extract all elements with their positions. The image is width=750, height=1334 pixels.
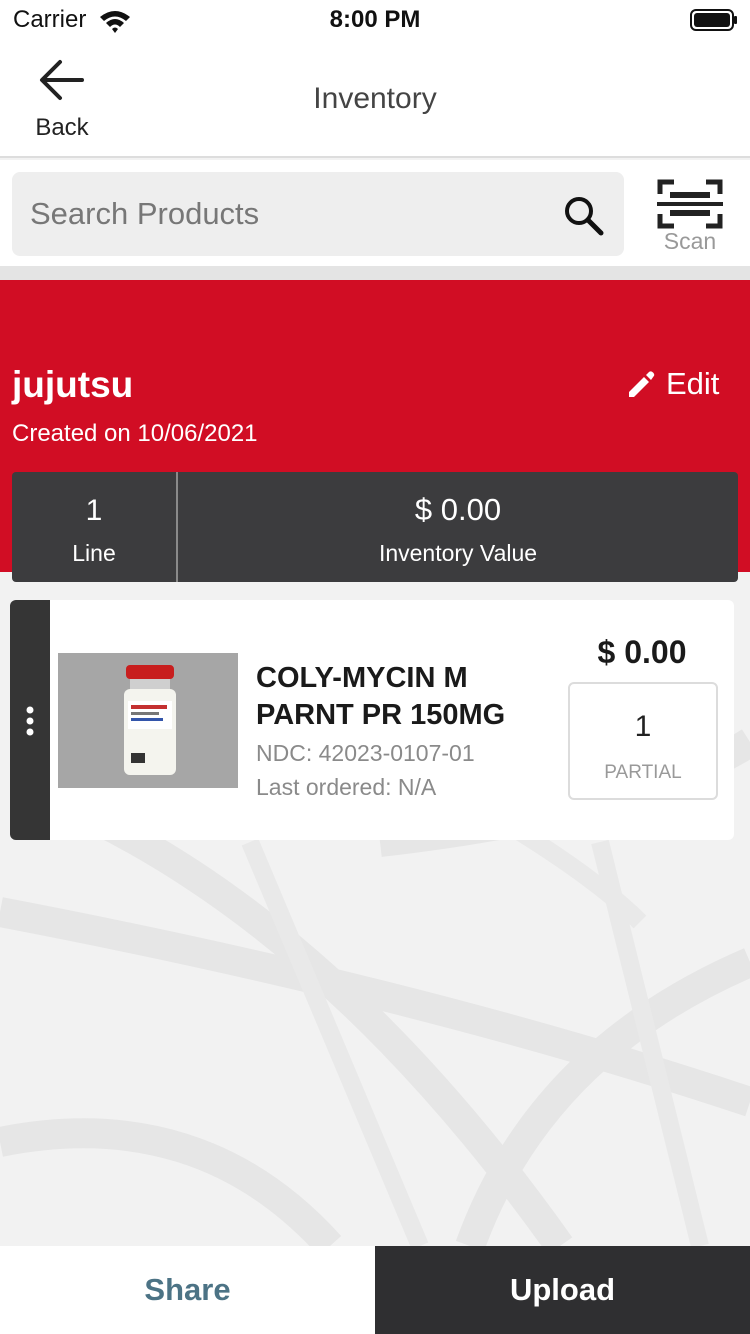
scan-label: Scan [663, 228, 717, 254]
product-card[interactable]: COLY-MYCIN M PARNT PR 150MG NDC: 42023-0… [10, 600, 734, 840]
upload-label: Upload [509, 1272, 616, 1307]
quantity-field[interactable]: 1 PARTIAL [568, 682, 718, 800]
search-row: Scan [0, 160, 750, 266]
created-date: Created on 10/06/2021 [12, 420, 258, 447]
scan-button[interactable]: Scan [652, 176, 728, 256]
product-last-ordered: Last ordered: N/A [256, 774, 437, 800]
line-count: 1 [85, 494, 103, 527]
share-button[interactable]: Share [0, 1246, 375, 1334]
inventory-name: jujutsu [12, 364, 134, 405]
battery-icon [690, 9, 737, 31]
quantity-value: 1 [634, 710, 652, 743]
page-title: Inventory [313, 82, 437, 115]
separator [0, 266, 750, 280]
line-count-label: Line [72, 540, 116, 566]
share-label: Share [144, 1272, 231, 1307]
quantity-label: PARTIAL [604, 762, 682, 783]
search-input[interactable] [30, 172, 550, 256]
upload-button[interactable]: Upload [375, 1246, 750, 1334]
edit-label: Edit [666, 366, 720, 401]
back-label: Back [35, 114, 89, 141]
search-icon[interactable] [562, 194, 604, 236]
inventory-value: $ 0.00 [414, 492, 502, 527]
product-image [58, 653, 238, 788]
product-ndc: NDC: 42023-0107-01 [256, 740, 475, 766]
status-bar: Carrier 8:00 PM [0, 0, 750, 40]
edit-button[interactable]: Edit [626, 364, 726, 406]
more-vertical-icon [26, 706, 34, 736]
card-menu-handle[interactable] [10, 600, 50, 840]
product-name: COLY-MYCIN M PARNT PR 150MG [256, 662, 506, 731]
nav-bar: Back Inventory [0, 40, 750, 158]
barcode-scan-icon [657, 179, 723, 229]
bottom-action-bar: Share Upload [0, 1246, 750, 1334]
product-price: $ 0.00 [597, 634, 687, 670]
inventory-summary: 1 Line $ 0.00 Inventory Value [12, 472, 738, 582]
status-time: 8:00 PM [329, 6, 421, 33]
pencil-icon [629, 371, 655, 397]
inventory-value-label: Inventory Value [378, 540, 538, 566]
search-box [12, 172, 624, 256]
